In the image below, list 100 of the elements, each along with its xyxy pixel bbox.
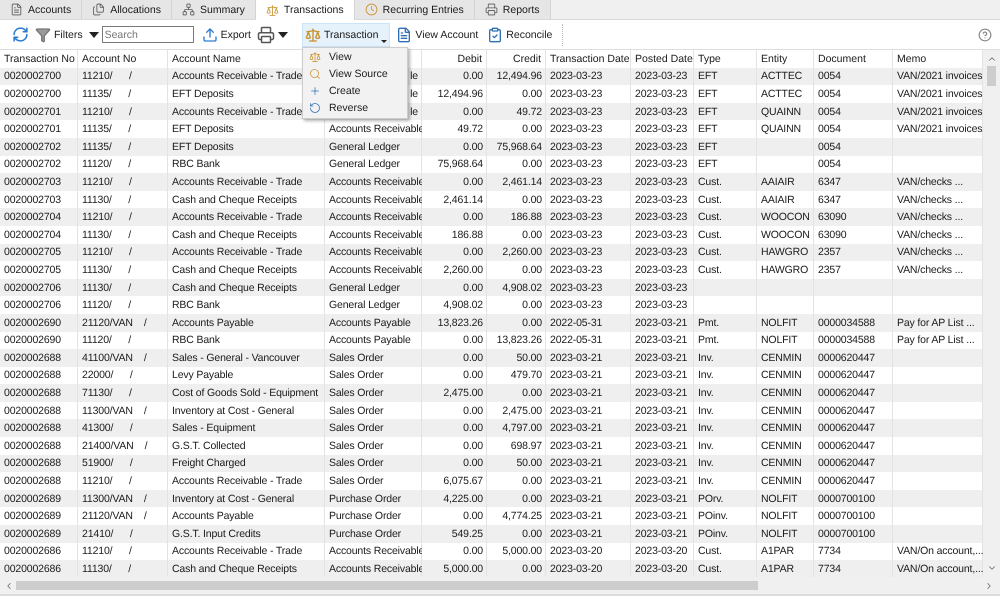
table-cell: 0.00 — [422, 208, 487, 226]
table-cell: EFT — [694, 138, 757, 156]
table-cell: NOLFIT — [757, 314, 814, 332]
table-cell: 0020002686 — [0, 560, 78, 578]
table-cell: Levy Payable — [168, 366, 325, 384]
scroll-thumb[interactable] — [987, 66, 996, 86]
tab[interactable]: Transactions — [256, 0, 355, 20]
refresh-icon[interactable] — [12, 26, 29, 43]
table-cell: 13,823.26 — [487, 332, 546, 350]
search-field[interactable]: Search — [102, 26, 194, 43]
table-cell: Accounts Receivable — [325, 244, 422, 262]
table-cell: VAN/checks ... — [893, 190, 983, 208]
printer-icon[interactable] — [256, 26, 275, 44]
table-cell: 0020002706 — [0, 278, 78, 296]
table-cell: 2023-03-23 — [546, 102, 631, 120]
table-cell: General Ledger — [325, 278, 422, 296]
table-cell: 21120/VAN / — [78, 314, 168, 332]
horizontal-scrollbar[interactable] — [0, 577, 1000, 596]
table-cell: Inventory at Cost - General — [168, 490, 325, 508]
document-icon — [396, 26, 412, 42]
table-cell: AAIAIR — [757, 190, 814, 208]
table-cell: 186.88 — [487, 208, 546, 226]
table-cell: 0020002690 — [0, 314, 78, 332]
table-cell: 2023-03-21 — [631, 454, 694, 472]
table-cell: EFT — [694, 102, 757, 120]
search-icon — [308, 68, 321, 80]
caret-icon[interactable] — [278, 32, 288, 38]
table-cell: Accounts Receivable - Trade — [168, 173, 325, 191]
reconcile-button[interactable]: Reconcile — [484, 22, 556, 46]
table-cell: 0020002704 — [0, 208, 78, 226]
table-cell: Cust. — [694, 244, 757, 262]
table-cell: Accounts Receivable — [325, 560, 422, 578]
table-cell: Cust. — [694, 208, 757, 226]
table-cell: 2023-03-21 — [546, 525, 631, 543]
tab[interactable]: Summary — [172, 0, 256, 19]
table-cell: RBC Bank — [168, 332, 325, 350]
table-cell: Accounts Receivable - Trade — [168, 244, 325, 262]
table-cell: 0000620447 — [814, 349, 893, 367]
table-cell: 11210/ / — [78, 102, 168, 120]
table-cell: 2023-03-21 — [546, 454, 631, 472]
table-cell: 0020002702 — [0, 156, 78, 174]
help-icon[interactable] — [978, 28, 992, 42]
table-cell: 11210/ / — [78, 542, 168, 560]
table-cell: 5,000.00 — [487, 542, 546, 560]
table-cell: Pay for AP List ... — [893, 332, 983, 350]
table-cell: 0.00 — [487, 384, 546, 402]
transaction-button[interactable]: Transaction — [302, 22, 390, 46]
table-cell: 11130/ / — [78, 190, 168, 208]
table-cell: 2023-03-21 — [631, 525, 694, 543]
table-cell: VAN/checks ... — [893, 208, 983, 226]
tab[interactable]: Allocations — [82, 0, 172, 19]
vertical-scrollbar[interactable] — [983, 50, 1000, 577]
clipboard-check-icon — [487, 26, 504, 42]
scroll-thumb[interactable] — [16, 581, 758, 590]
table-cell: Cash and Cheque Receipts — [168, 560, 325, 578]
table-cell: 2023-03-21 — [631, 419, 694, 438]
table-cell: 11210/ / — [78, 68, 168, 86]
table-cell: 0.00 — [487, 190, 546, 208]
table-cell: Cust. — [694, 173, 757, 191]
table-cell: 11300/VAN / — [78, 402, 168, 420]
table-cell: CENMIN — [757, 384, 814, 402]
table-cell: 0054 — [814, 68, 893, 86]
view-account-button[interactable]: View Account — [393, 22, 482, 46]
table-cell: 0.00 — [422, 278, 487, 296]
table-cell: Purchase Order — [325, 490, 422, 508]
filters-button[interactable]: Filters — [32, 22, 86, 46]
table-cell: Pmt. — [694, 314, 757, 332]
table-cell: Sales Order — [325, 419, 422, 438]
table-cell: 2022-05-31 — [546, 314, 631, 332]
table-cell: 2023-03-21 — [631, 490, 694, 508]
tab[interactable]: Accounts — [0, 0, 82, 19]
table-cell: 0.00 — [422, 173, 487, 191]
table-cell: G.S.T. Input Credits — [168, 525, 325, 543]
table-cell: 0020002701 — [0, 102, 78, 120]
table-cell: Accounts Receivable - Trade — [168, 542, 325, 560]
table-cell: 2,475.00 — [487, 402, 546, 420]
table-cell: 0020002688 — [0, 349, 78, 367]
table-cell: POrv. — [694, 490, 757, 508]
scale-icon — [308, 51, 321, 63]
table-cell: 0020002688 — [0, 366, 78, 384]
table-cell — [694, 278, 757, 296]
table-cell: VAN/checks ... — [893, 173, 983, 191]
table-cell: Pay for AP List ... — [893, 314, 983, 332]
table-cell: VAN/On account,... — [893, 542, 983, 560]
table-cell: Inv. — [694, 349, 757, 367]
table-cell: 2023-03-20 — [631, 560, 694, 578]
table-cell: 0020002689 — [0, 490, 78, 508]
table-cell: Freight Charged — [168, 454, 325, 472]
table-cell: Inv. — [694, 384, 757, 402]
table-cell: 50.00 — [487, 454, 546, 472]
tab[interactable]: Reports — [474, 0, 551, 19]
filter-icon — [35, 26, 51, 42]
export-button[interactable]: Export — [198, 22, 254, 46]
table-cell: 2023-03-23 — [631, 102, 694, 120]
table-cell: 0.00 — [422, 542, 487, 560]
table-cell — [757, 278, 814, 296]
table-cell: 0.00 — [487, 314, 546, 332]
tab[interactable]: Recurring Entries — [354, 0, 475, 19]
table-cell: 0000034588 — [814, 314, 893, 332]
table-cell: CENMIN — [757, 419, 814, 438]
